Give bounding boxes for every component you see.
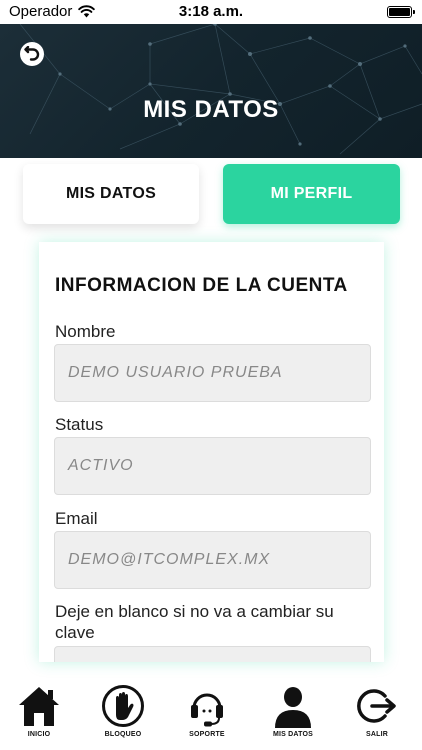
undo-arrow-icon: [24, 46, 40, 61]
tab-mi-perfil[interactable]: MI PERFIL: [223, 164, 400, 224]
back-button[interactable]: [20, 42, 44, 66]
nav-label-soporte: SOPORTE: [189, 731, 225, 738]
network-background-pattern: [19, 24, 422, 155]
tab-mis-datos[interactable]: MIS DATOS: [23, 164, 199, 224]
nav-item-inicio[interactable]: INICIO: [4, 680, 74, 750]
name-label: Nombre: [55, 322, 116, 341]
app-screen: Operador 3:18 a.m. MIS DATOS MIS DATOS M…: [0, 0, 422, 750]
bottom-navigation: INICIO BLOQUEO SOPORTE MIS DATOS SALIR: [0, 680, 422, 750]
password-hint-label: Deje en blanco si no va a cambiar su cla…: [55, 602, 334, 642]
email-field[interactable]: DEMO@ITCOMPLEX.MX: [54, 531, 371, 589]
user-icon: [275, 687, 311, 728]
status-field[interactable]: ACTIVO: [54, 437, 371, 495]
account-info-card: INFORMACION DE LA CUENTA Nombre DEMO USU…: [39, 242, 384, 662]
nav-label-bloqueo: BLOQUEO: [104, 731, 142, 738]
nav-label-mis-datos: MIS DATOS: [272, 731, 314, 738]
name-field[interactable]: DEMO USUARIO PRUEBA: [54, 344, 371, 402]
nav-item-soporte[interactable]: SOPORTE: [172, 680, 242, 750]
nav-label-inicio: INICIO: [27, 731, 51, 738]
nav-item-bloqueo[interactable]: BLOQUEO: [88, 680, 158, 750]
nav-item-mis-datos[interactable]: MIS DATOS: [258, 680, 328, 750]
headset-icon: [191, 693, 223, 727]
header-banner: MIS DATOS: [0, 24, 422, 158]
email-label: Email: [55, 509, 98, 528]
status-bar: Operador 3:18 a.m.: [0, 0, 422, 24]
page-title: MIS DATOS: [143, 96, 279, 123]
home-icon: [19, 687, 59, 726]
nav-label-salir: SALIR: [366, 731, 388, 738]
password-field[interactable]: [54, 646, 371, 662]
clock: 3:18 a.m.: [178, 3, 244, 20]
status-label: Status: [55, 415, 104, 434]
hand-stop-icon: [102, 685, 144, 727]
battery-icon: [387, 6, 415, 18]
exit-icon: [357, 689, 396, 723]
section-title: INFORMACION DE LA CUENTA: [55, 275, 348, 296]
nav-item-salir[interactable]: SALIR: [342, 680, 412, 750]
